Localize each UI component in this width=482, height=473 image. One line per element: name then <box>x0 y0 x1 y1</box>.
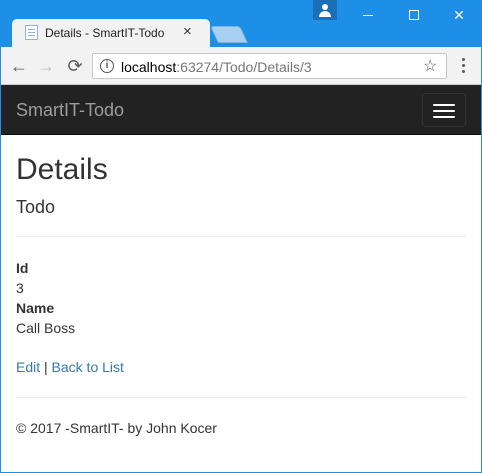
back-to-list-link[interactable]: Back to List <box>52 359 124 375</box>
forward-arrow-icon[interactable]: → <box>35 55 57 77</box>
field-label-id: Id <box>16 260 29 276</box>
maximize-icon <box>409 10 419 20</box>
info-icon[interactable]: i <box>100 59 114 73</box>
web-page: SmartIT-Todo Details Todo Id 3 Name Call… <box>1 85 481 472</box>
url-host: localhost <box>121 59 177 75</box>
field-value-name: Call Boss <box>16 320 76 336</box>
maximize-button[interactable] <box>391 0 437 30</box>
page-subtitle: Todo <box>16 197 56 217</box>
reload-icon[interactable]: ⟳ <box>64 55 86 77</box>
browser-menu-icon[interactable] <box>456 55 472 77</box>
browser-window: Details - SmartIT-Todo × ✕ ← → ⟳ i local… <box>0 0 482 473</box>
browser-toolbar: ← → ⟳ i localhost:63274/Todo/Details/3 ☆ <box>1 47 481 85</box>
edit-link[interactable]: Edit <box>16 359 40 375</box>
back-arrow-icon[interactable]: ← <box>8 55 30 77</box>
page-favicon-icon <box>25 25 38 40</box>
tab-close-icon[interactable]: × <box>183 23 192 41</box>
link-separator: | <box>44 359 48 375</box>
hamburger-icon <box>433 104 455 106</box>
divider <box>16 236 466 237</box>
page-title: Details <box>16 153 108 186</box>
minimize-icon <box>363 15 373 16</box>
url-path: :63274/Todo/Details/3 <box>176 59 312 75</box>
close-window-button[interactable]: ✕ <box>436 0 482 30</box>
hamburger-menu-button[interactable] <box>422 93 466 127</box>
address-bar[interactable]: i localhost:63274/Todo/Details/3 ☆ <box>92 53 447 79</box>
bookmark-star-icon[interactable]: ☆ <box>423 56 437 76</box>
field-label-name: Name <box>16 300 55 316</box>
brand-link[interactable]: SmartIT-Todo <box>16 100 124 121</box>
new-tab-button[interactable] <box>210 26 248 43</box>
minimize-button[interactable] <box>345 0 391 30</box>
profile-icon[interactable] <box>313 0 337 20</box>
url-text[interactable]: localhost:63274/Todo/Details/3 <box>121 59 312 75</box>
browser-tab[interactable]: Details - SmartIT-Todo × <box>12 19 210 47</box>
footer-divider <box>16 397 466 398</box>
footer-text: © 2017 -SmartIT- by John Kocer <box>16 420 217 436</box>
title-bar: Details - SmartIT-Todo × ✕ <box>0 0 482 47</box>
action-links: Edit | Back to List <box>16 359 124 375</box>
tab-title: Details - SmartIT-Todo <box>45 26 165 40</box>
site-navbar: SmartIT-Todo <box>1 85 481 135</box>
field-value-id: 3 <box>16 280 24 296</box>
